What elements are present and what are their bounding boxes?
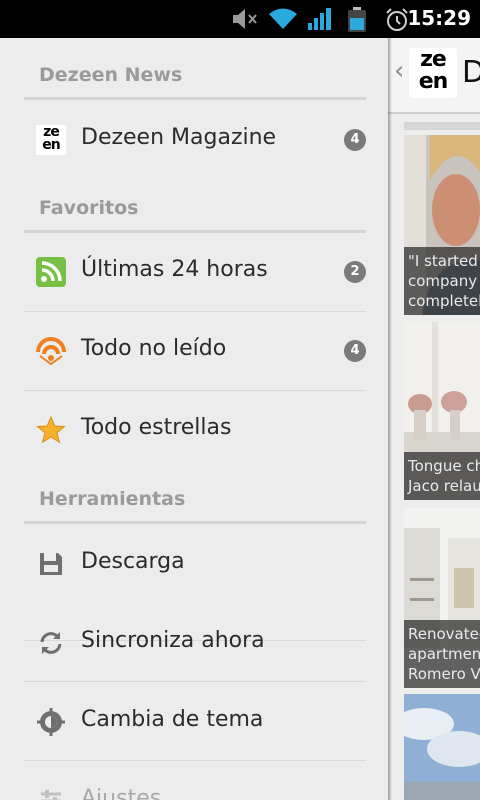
item-divider xyxy=(24,681,366,682)
drawer-item-label: Sincroniza ahora xyxy=(81,628,265,653)
drawer-item-sincroniza-ahora[interactable]: Sincroniza ahora xyxy=(24,604,366,682)
unread-feed-icon xyxy=(36,337,66,366)
article-card[interactable]: Renovated apartment Romero V xyxy=(404,508,480,688)
section-divider xyxy=(24,521,366,524)
drawer-item-label: Ajustes xyxy=(81,786,162,800)
app-logo: ze en xyxy=(409,48,457,98)
article-caption: Renovated apartment Romero V xyxy=(404,620,480,688)
section-header-herramientas: Herramientas xyxy=(39,488,186,510)
drawer-item-todo-estrellas[interactable]: Todo estrellas xyxy=(24,391,366,469)
sync-icon xyxy=(40,632,62,654)
article-caption: "I started company completel xyxy=(404,247,480,315)
navigation-drawer: Dezeen News ze en Dezeen Magazine 4 Favor… xyxy=(0,38,388,800)
alarm-icon xyxy=(386,8,408,31)
item-divider xyxy=(24,760,366,761)
section-divider xyxy=(24,97,366,100)
clock: 15:29 xyxy=(407,6,471,30)
mute-icon xyxy=(233,9,257,29)
article-card[interactable] xyxy=(404,694,480,800)
drawer-item-label: Todo estrellas xyxy=(81,415,232,440)
status-bar: 15:29 xyxy=(0,0,480,38)
wifi-icon xyxy=(269,8,297,29)
chevron-left-icon[interactable]: ‹ xyxy=(394,56,404,86)
zeen-logo-icon: ze en xyxy=(36,125,66,155)
article-card[interactable]: Tongue ch Arne Jaco relaunche xyxy=(404,322,480,500)
content-pane: ‹ ze en D "I started company completel T… xyxy=(388,38,480,800)
article-card[interactable]: "I started company completel xyxy=(404,135,480,315)
rss-icon xyxy=(36,257,66,287)
section-header-favoritos: Favoritos xyxy=(39,197,139,219)
save-icon xyxy=(40,553,62,575)
star-icon xyxy=(36,415,66,444)
unread-count-badge: 4 xyxy=(344,129,366,151)
drawer-item-ajustes[interactable]: Ajustes xyxy=(24,762,366,800)
drawer-shadow xyxy=(388,38,392,800)
drawer-item-cambia-de-tema[interactable]: Cambia de tema xyxy=(24,683,366,761)
drawer-item-ultimas-24-horas[interactable]: Últimas 24 horas 2 xyxy=(24,233,366,311)
logo-text-bottom: en xyxy=(418,69,449,94)
drawer-item-label: Todo no leído xyxy=(81,336,227,361)
drawer-item-label: Últimas 24 horas xyxy=(81,257,268,282)
article-caption: Tongue ch Arne Jaco relaunche xyxy=(404,452,480,500)
article-thumbnail xyxy=(404,694,480,800)
drawer-item-label: Dezeen Magazine xyxy=(81,125,277,150)
signal-icon xyxy=(308,8,331,30)
drawer-item-descarga[interactable]: Descarga xyxy=(24,525,366,603)
settings-icon xyxy=(41,790,61,800)
unread-count-badge: 2 xyxy=(344,261,366,283)
battery-icon xyxy=(348,7,366,32)
section-header-dezeen-news: Dezeen News xyxy=(39,64,183,86)
pane-title: D xyxy=(462,55,480,90)
theme-icon xyxy=(37,708,65,736)
drawer-item-label: Cambia de tema xyxy=(81,707,264,732)
unread-count-badge: 4 xyxy=(344,340,366,362)
drawer-item-label: Descarga xyxy=(81,549,185,574)
drawer-item-dezeen-magazine[interactable]: ze en Dezeen Magazine 4 xyxy=(24,101,366,179)
drawer-item-todo-no-leido[interactable]: Todo no leído 4 xyxy=(24,312,366,390)
pane-strip xyxy=(404,122,480,130)
action-bar[interactable]: ‹ ze en D xyxy=(388,38,480,114)
